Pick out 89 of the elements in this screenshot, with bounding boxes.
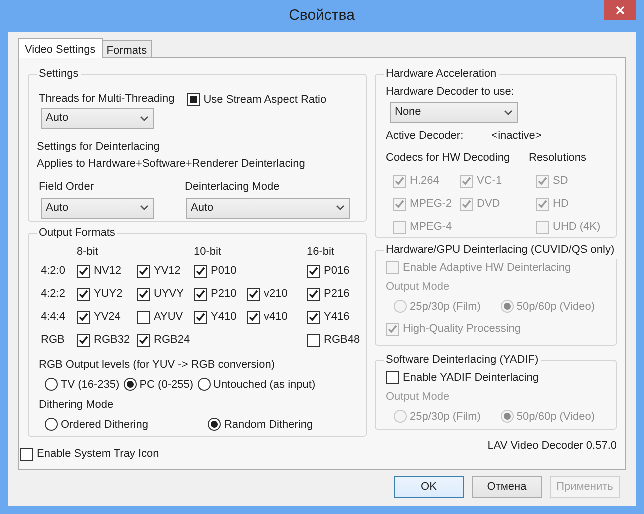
chevron-down-icon [336,205,345,211]
checkbox[interactable]: v210 [247,286,288,303]
dropdown[interactable]: None [390,102,518,123]
checkmark-icon [138,289,149,300]
radio-button[interactable]: TV (16-235) [45,376,120,393]
label: Applies to Hardware+Software+Renderer Deinterlacing [37,156,306,172]
row-label: 4:2:2 [41,287,66,302]
column-header: 10-bit [194,244,222,260]
checkbox[interactable]: Use Stream Aspect Ratio [186,92,327,108]
checkmark-icon [461,176,472,187]
checkbox[interactable]: P010 [194,263,237,280]
checkmark-icon [78,312,89,323]
column-header: 8-bit [77,244,98,260]
checkmark-icon [138,335,149,346]
checkmark-icon [394,199,405,210]
checkbox[interactable]: Y416 [307,309,350,326]
group-title: Software Deinterlacing (YADIF) [385,353,540,368]
radio-button[interactable]: Random Dithering [208,416,314,433]
dropdown[interactable]: Auto [186,198,350,218]
checkbox[interactable]: YV24 [77,309,121,326]
checkmark-icon [387,324,398,335]
version-label: LAV Video Decoder 0.57.0 [488,439,617,454]
window-title: Свойства [289,6,355,26]
checkbox[interactable]: AYUV [137,309,184,326]
column-header: 16-bit [307,244,335,260]
row-label: 4:2:0 [41,264,66,280]
checkmark-icon [195,266,206,277]
dropdown[interactable]: Auto [41,108,154,129]
close-icon [616,6,624,14]
checkmark-icon [248,312,259,323]
checkmark-icon [78,289,89,300]
checkmark-icon [248,289,259,300]
label: Codecs for HW Decoding [386,150,512,166]
checkbox[interactable]: RGB24 [137,332,190,349]
checkbox[interactable]: v410 [247,309,288,326]
label: RGB Output levels (for YUV -> RGB conversion) [39,358,276,373]
checkbox[interactable]: P016 [307,263,350,280]
radio-button[interactable]: Ordered Dithering [45,416,148,433]
radio-button[interactable]: PC (0-255) [124,376,194,393]
checkbox[interactable]: P210 [194,286,237,303]
checkmark-icon [78,266,89,277]
dropdown[interactable]: Auto [41,198,154,218]
checkmark-icon [138,266,149,277]
checkbox[interactable]: Enable YADIF Deinterlacing [386,370,606,386]
checkmark-icon [78,335,89,346]
label: Resolutions [529,150,586,166]
dialog-button[interactable]: OK [394,476,464,498]
chevron-down-icon [504,110,513,116]
row-label: RGB [41,333,66,348]
radio-button[interactable]: Untouched (as input) [198,376,316,393]
checkmark-icon [537,176,548,187]
checkbox[interactable]: UYVY [137,286,184,303]
label: Dithering Mode [39,398,115,413]
status-text: <inactive> [492,129,542,144]
label: Deinterlacing Mode [185,180,281,195]
checkbox[interactable]: Y410 [194,309,237,326]
checkbox[interactable]: Enable System Tray Icon [20,446,160,462]
tab[interactable]: Video Settings [18,38,103,58]
checkmark-icon [195,312,206,323]
checkbox[interactable]: YUY2 [77,286,123,303]
checkbox[interactable]: RGB32 [77,332,130,349]
checkmark-icon [195,289,206,300]
checkbox[interactable]: NV12 [77,263,122,280]
chevron-down-icon [140,116,149,122]
checkbox[interactable]: P216 [307,286,350,303]
label: Settings for Deinterlacing [37,140,161,155]
checkmark-icon [394,176,405,187]
label: Active Decoder: [386,129,464,144]
group-title: Hardware Acceleration [385,67,498,82]
row-label: 4:4:4 [41,310,66,326]
group-title: Output Formats [38,226,116,241]
label: Threads for Multi-Threading [39,92,175,106]
checkmark-icon [308,289,319,300]
label: Output Mode [386,390,451,405]
chevron-down-icon [140,205,149,211]
checkbox[interactable]: YV12 [137,263,181,280]
checkmark-icon [461,199,472,210]
checkmark-icon [537,199,548,210]
group-title: Settings [38,67,80,82]
label: Hardware Decoder to use: [386,84,516,100]
checkmark-icon [308,312,319,323]
checkmark-icon [308,266,319,277]
group-title: Hardware/GPU Deinterlacing (CUVID/QS only) [385,243,616,258]
tab[interactable]: Formats [102,40,152,57]
dialog-button[interactable]: Отмена [472,476,542,498]
label: Output Mode [386,280,451,295]
checkbox[interactable]: RGB48 [307,332,360,349]
close-button[interactable] [604,0,636,20]
label: Field Order [39,180,96,195]
